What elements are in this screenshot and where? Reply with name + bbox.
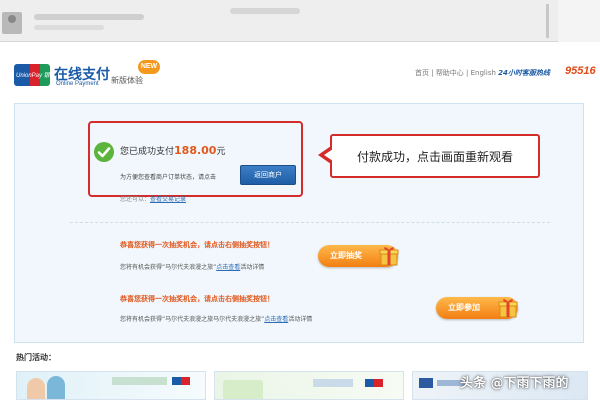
bank-logo-icon: [419, 378, 433, 388]
nav-separator: |: [429, 69, 436, 77]
transaction-record-link[interactable]: 查看交易记录: [150, 196, 186, 203]
hot-activities-title: 热门活动：: [16, 353, 56, 362]
success-prefix: 您已成功支付: [120, 147, 175, 157]
activity-banner[interactable]: [214, 371, 404, 400]
blurred-text: [230, 8, 300, 14]
promo-desc-text: 您将有机会获得“马尔代夫浪漫之旅马尔代夫浪漫之旅”: [120, 316, 265, 323]
success-message: 您已成功支付188.00元: [120, 144, 225, 157]
bank-logo-icon: [112, 377, 167, 385]
promo-desc-suffix: 活动详情: [288, 316, 313, 323]
banner-figure: [47, 376, 65, 399]
site-header: UnionPay 银联 在线支付 Online Payment 新版体验 NEW…: [0, 42, 600, 94]
promo-description: 您将有机会获得“马尔代夫浪漫之旅”点击查看活动详情: [120, 262, 264, 271]
divider: [546, 4, 549, 38]
blurred-text: [34, 14, 144, 20]
gift-icon: [498, 299, 518, 318]
payment-amount: 188.00: [174, 144, 217, 157]
promo-title: 恭喜您获得一次抽奖机会，请点击右侧抽奖按钮！: [120, 295, 274, 303]
unionpay-mini-logo: [365, 379, 383, 387]
return-hint: 为方便您查看商户订单状态，请点击: [120, 174, 217, 181]
hotline-label: 24小时客服热线: [498, 69, 550, 77]
logo-text: UnionPay 银联: [16, 73, 56, 79]
brand-subtitle: Online Payment: [56, 81, 99, 87]
promo-desc-text: 您将有机会获得“马尔代夫浪漫之旅”: [120, 264, 217, 271]
unionpay-mini-logo: [172, 377, 190, 385]
nav-separator: |: [463, 69, 471, 77]
blurred-area: [558, 0, 600, 42]
promo-detail-link[interactable]: 点击查看: [264, 316, 288, 323]
promo-desc-suffix: 活动详情: [240, 264, 265, 271]
section-divider: [70, 222, 550, 223]
avatar: [2, 12, 22, 34]
banner-figure: [27, 378, 45, 399]
return-merchant-button[interactable]: 返回商户: [240, 165, 296, 185]
nav-help[interactable]: 帮助中心: [436, 69, 464, 77]
success-highlight-box: [88, 121, 303, 197]
promo-description: 您将有机会获得“马尔代夫浪漫之旅马尔代夫浪漫之旅”点击查看活动详情: [120, 314, 312, 323]
also-options: 您还可以：查看交易记录: [120, 194, 186, 203]
hotline-number: 95516: [565, 65, 596, 77]
page-root: UnionPay 银联 在线支付 Online Payment 新版体验 NEW…: [0, 0, 600, 400]
promo-title: 恭喜您获得一次抽奖机会，请点击右侧抽奖按钮！: [120, 241, 274, 249]
watermark-text: 头条 @下雨下雨的: [460, 376, 569, 391]
top-nav: 首页 | 帮助中心 | English 24小时客服热线: [415, 68, 550, 78]
activity-banner[interactable]: [16, 371, 206, 400]
blurred-text: [34, 25, 104, 30]
promo-detail-link[interactable]: 点击查看: [216, 264, 240, 271]
callout-pointer-inner: [324, 149, 333, 161]
nav-home[interactable]: 首页: [415, 69, 429, 77]
bank-logo-icon: [313, 379, 353, 387]
new-experience-link[interactable]: 新版体验: [111, 75, 143, 86]
callout-text: 付款成功，点击画面重新观看: [357, 150, 514, 164]
new-badge: NEW: [138, 60, 160, 74]
gift-icon: [379, 247, 399, 266]
nav-english[interactable]: English: [471, 69, 496, 77]
also-prefix: 您还可以：: [120, 196, 151, 203]
top-chat-strip: [0, 0, 600, 42]
check-icon: [94, 142, 114, 162]
banner-figure: [223, 380, 263, 399]
currency-unit: 元: [216, 147, 226, 157]
